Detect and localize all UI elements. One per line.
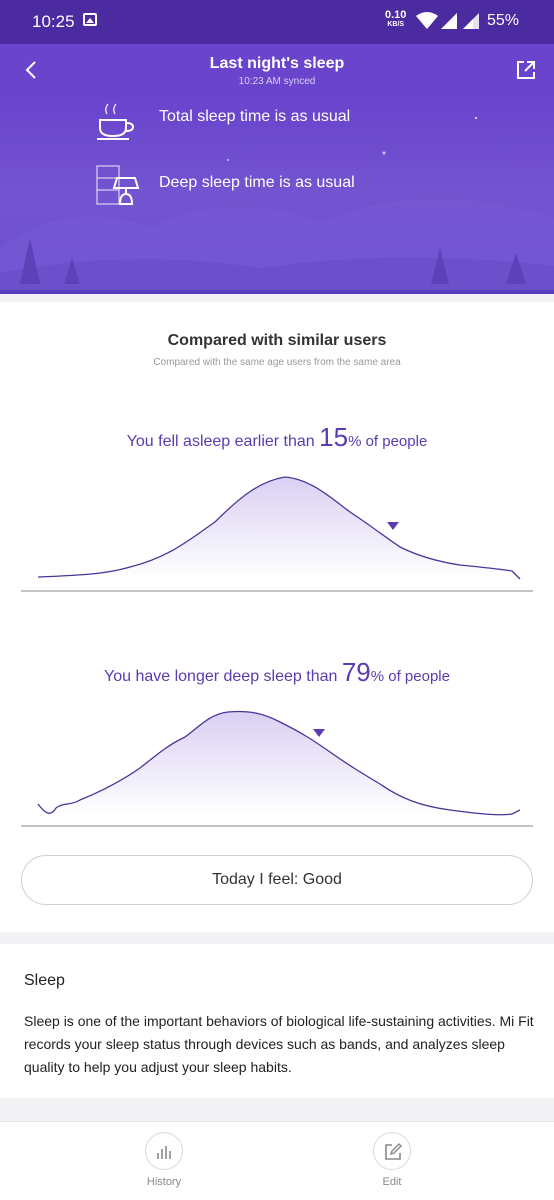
info-title: Sleep — [24, 972, 65, 989]
app-header: Last night's sleep 10:23 AM synced — [0, 44, 554, 98]
coffee-cup-icon — [97, 103, 135, 140]
signal-icon — [441, 13, 457, 29]
tab-label: History — [146, 1176, 182, 1188]
sync-status: 10:23 AM synced — [238, 76, 316, 87]
status-bar: 10:25 0.10 KB/S 55% — [0, 0, 554, 44]
deep-sleep-stat: You have longer deep sleep than 79% of p… — [0, 657, 554, 688]
share-icon[interactable] — [514, 58, 538, 82]
fell-asleep-distribution-chart — [21, 476, 533, 592]
stat-suffix: % of people — [348, 433, 428, 450]
user-position-marker — [387, 522, 399, 530]
tab-label: Edit — [382, 1176, 402, 1188]
bottom-tab-bar: History Edit — [0, 1121, 554, 1200]
deep-sleep-distribution-chart — [21, 710, 533, 827]
hero-item-total-sleep: Total sleep time is as usual — [95, 98, 495, 144]
stat-prefix: You fell asleep earlier than — [126, 433, 320, 450]
sleep-summary-banner: Total sleep time is as usual Deep sleep … — [0, 98, 554, 294]
distribution-area — [38, 477, 520, 579]
banner-divider — [0, 290, 554, 294]
edit-icon — [385, 1143, 402, 1160]
hero-item-label: Total sleep time is as usual — [159, 108, 351, 125]
signal-icon-secondary — [463, 13, 479, 29]
history-button[interactable] — [145, 1132, 183, 1170]
wifi-icon — [416, 12, 438, 29]
image-notification-icon — [83, 13, 97, 26]
comparison-card: Compared with similar users Compared wit… — [0, 302, 554, 932]
stat-value: 79 — [341, 657, 371, 687]
tab-edit[interactable]: Edit — [352, 1132, 432, 1188]
hero-item-label: Deep sleep time is as usual — [159, 174, 355, 191]
comparison-title: Compared with similar users — [167, 332, 387, 349]
bedside-lamp-icon — [96, 165, 140, 205]
stat-suffix: % of people — [370, 668, 450, 685]
comparison-subtitle: Compared with the same age users from th… — [153, 357, 401, 368]
hero-item-deep-sleep: Deep sleep time is as usual — [95, 164, 495, 210]
user-position-marker — [313, 729, 325, 737]
stat-prefix: You have longer deep sleep than — [104, 668, 342, 685]
edit-button[interactable] — [373, 1132, 411, 1170]
distribution-area — [38, 711, 520, 815]
network-speed-unit: KB/S — [387, 21, 405, 28]
fell-asleep-stat: You fell asleep earlier than 15% of peop… — [0, 422, 554, 453]
status-time: 10:25 — [32, 12, 75, 31]
page-title: Last night's sleep — [209, 55, 345, 72]
info-description: Sleep is one of the important behaviors … — [24, 1013, 534, 1075]
network-speed: 0.10 KB/S — [385, 10, 406, 30]
sleep-info-section: Sleep Sleep is one of the important beha… — [0, 944, 554, 1098]
today-i-feel-button[interactable]: Today I feel: Good — [21, 855, 533, 905]
stat-value: 15 — [319, 422, 349, 452]
tab-history[interactable]: History — [124, 1132, 204, 1188]
battery-level: 55% — [487, 12, 520, 29]
network-speed-value: 0.10 — [385, 9, 407, 21]
bar-chart-icon — [157, 1146, 171, 1159]
